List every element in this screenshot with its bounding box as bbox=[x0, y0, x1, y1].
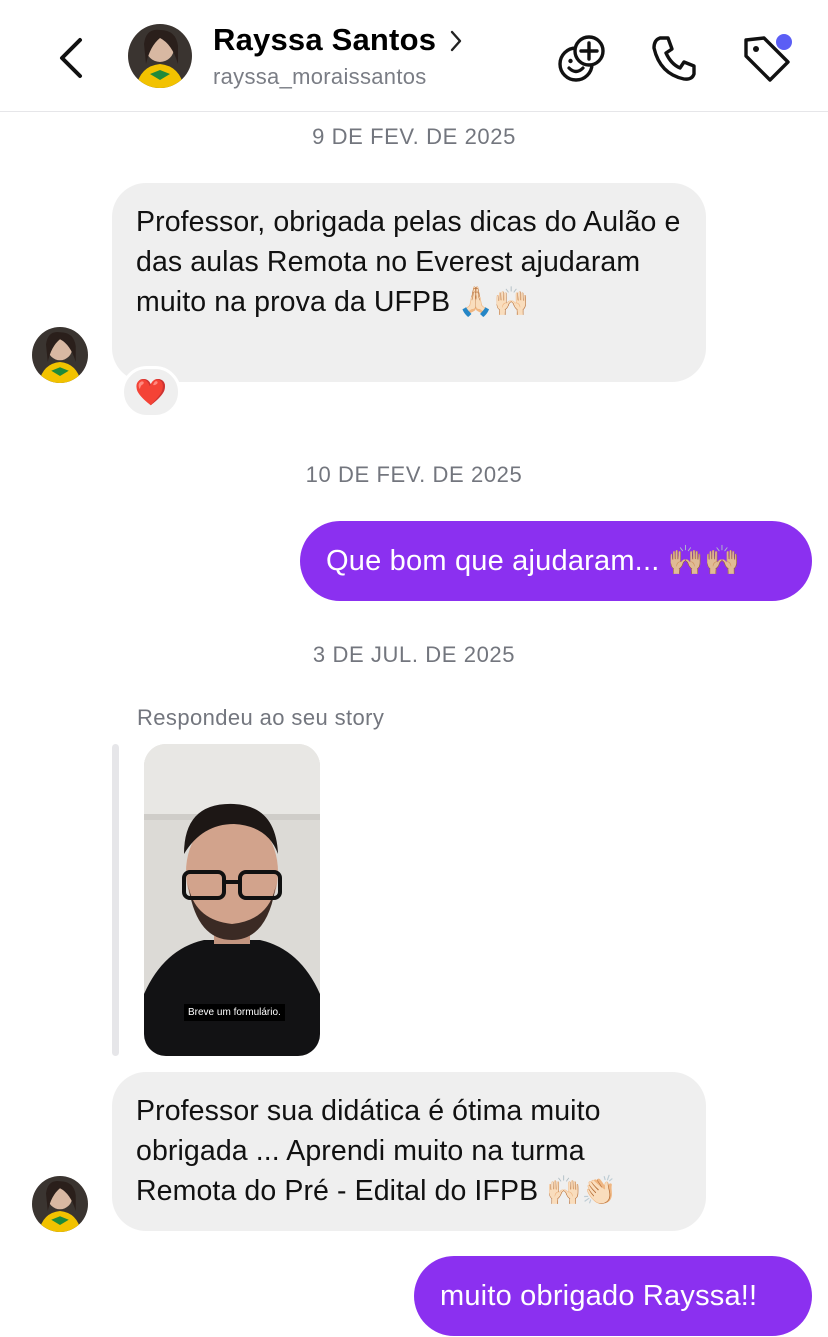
date-separator: 3 DE JUL. DE 2025 bbox=[312, 642, 516, 667]
contact-username: rayssa_moraissantos bbox=[213, 64, 427, 89]
heart-reaction[interactable]: ❤️ bbox=[121, 366, 181, 418]
sender-avatar[interactable] bbox=[32, 1176, 88, 1232]
add-friend-emoji-icon[interactable] bbox=[554, 30, 610, 86]
contact-avatar[interactable] bbox=[128, 24, 192, 88]
back-icon[interactable] bbox=[52, 34, 92, 82]
contact-name[interactable]: Rayssa Santos bbox=[213, 22, 436, 58]
sender-avatar[interactable] bbox=[32, 327, 88, 383]
incoming-message[interactable]: Professor, obrigada pelas dicas do Aulão… bbox=[112, 183, 706, 382]
notification-dot bbox=[776, 34, 792, 50]
outgoing-message[interactable]: Que bom que ajudaram... 🙌🏼🙌🏼 bbox=[300, 521, 812, 601]
date-separator: 9 DE FEV. DE 2025 bbox=[312, 124, 516, 149]
phone-icon[interactable] bbox=[646, 30, 702, 86]
reply-indicator-bar bbox=[112, 744, 119, 1056]
incoming-message[interactable]: Professor sua didática é ótima muito obr… bbox=[112, 1072, 706, 1231]
chevron-right-icon[interactable] bbox=[446, 28, 466, 54]
story-caption: Breve um formulário. bbox=[184, 1004, 285, 1021]
story-thumbnail[interactable]: Breve um formulário. bbox=[144, 744, 320, 1056]
date-separator: 10 DE FEV. DE 2025 bbox=[305, 462, 523, 487]
outgoing-message[interactable]: muito obrigado Rayssa!! bbox=[414, 1256, 812, 1336]
chat-header: Rayssa Santos rayssa_moraissantos bbox=[0, 0, 828, 112]
story-reply-label: Respondeu ao seu story bbox=[137, 705, 385, 730]
